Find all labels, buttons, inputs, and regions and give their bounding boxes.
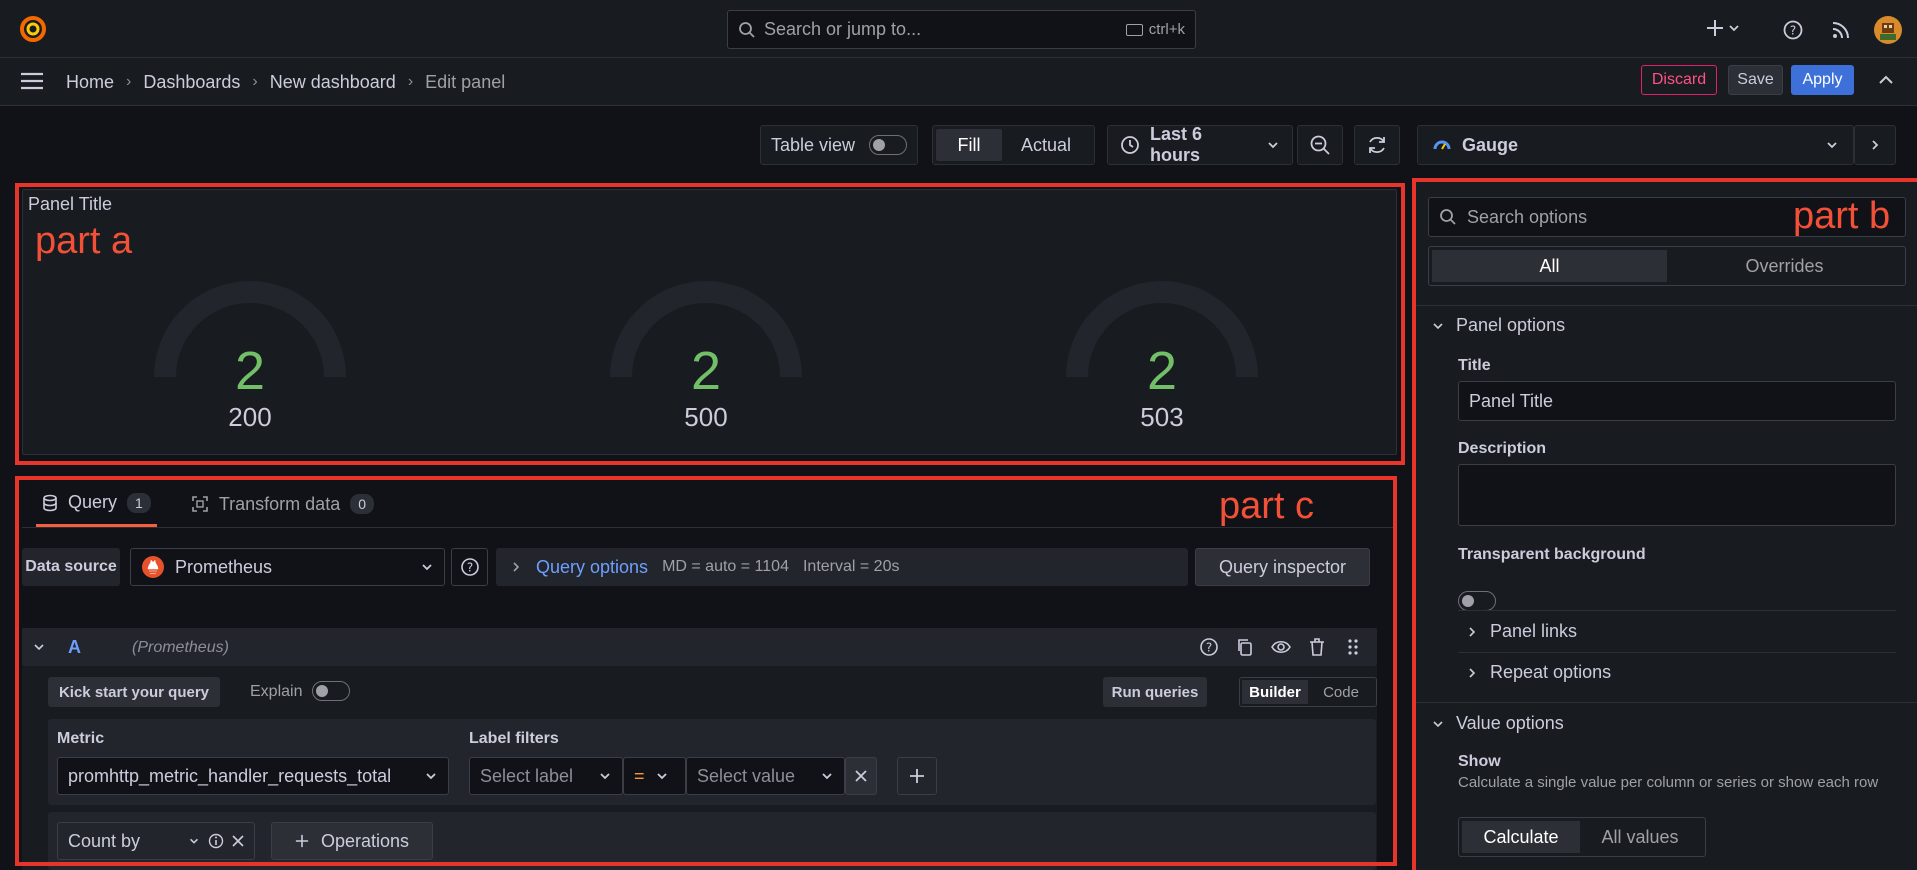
refresh-icon bbox=[1366, 134, 1388, 156]
time-range-label: Last 6 hours bbox=[1150, 124, 1203, 165]
annotation-box-part-c bbox=[15, 476, 1397, 866]
table-view-switch[interactable] bbox=[869, 135, 907, 155]
help-icon[interactable]: ? bbox=[1782, 19, 1804, 41]
breadcrumb-separator: › bbox=[126, 73, 132, 90]
breadcrumb-new-dashboard[interactable]: New dashboard bbox=[270, 72, 396, 93]
news-feed-icon[interactable] bbox=[1830, 19, 1852, 41]
chevron-up-icon[interactable] bbox=[1874, 70, 1898, 90]
grafana-logo-icon[interactable] bbox=[18, 14, 48, 44]
annotation-label-part-a: part a bbox=[35, 220, 133, 262]
menu-icon[interactable] bbox=[20, 70, 44, 92]
breadcrumb: Home › Dashboards › New dashboard › Edit… bbox=[66, 58, 505, 106]
apply-button[interactable]: Apply bbox=[1791, 65, 1854, 95]
annotation-box-part-b bbox=[1412, 178, 1917, 870]
table-view-label: Table view bbox=[771, 134, 856, 155]
shortcut-text: ctrl+k bbox=[1148, 21, 1185, 38]
chevron-right-icon bbox=[1868, 138, 1882, 152]
actual-option[interactable]: Actual bbox=[1002, 129, 1090, 161]
svg-text:?: ? bbox=[1790, 24, 1796, 38]
annotation-box-part-a bbox=[15, 183, 1405, 465]
breadcrumb-dashboards[interactable]: Dashboards bbox=[143, 72, 240, 93]
chevron-down-icon bbox=[1266, 138, 1280, 152]
zoom-out-button[interactable] bbox=[1297, 125, 1343, 165]
fill-actual-group: Fill Actual bbox=[932, 125, 1095, 165]
zoom-out-icon bbox=[1309, 134, 1331, 156]
visualization-label: Gauge bbox=[1462, 134, 1519, 155]
refresh-button[interactable] bbox=[1354, 125, 1400, 165]
discard-button[interactable]: Discard bbox=[1641, 65, 1717, 95]
breadcrumb-separator: › bbox=[252, 73, 258, 90]
annotation-label-part-c: part c bbox=[1219, 485, 1315, 527]
gauge-viz-icon bbox=[1432, 135, 1452, 155]
add-new-icon[interactable] bbox=[1706, 16, 1742, 42]
keyboard-icon bbox=[1125, 23, 1143, 36]
shortcut-hint: ctrl+k bbox=[1125, 21, 1185, 38]
breadcrumb-home[interactable]: Home bbox=[66, 72, 114, 93]
search-placeholder: Search or jump to... bbox=[764, 19, 922, 39]
save-button[interactable]: Save bbox=[1728, 65, 1783, 95]
global-search-input[interactable]: Search or jump to... ctrl+k bbox=[727, 10, 1196, 49]
breadcrumb-separator: › bbox=[407, 73, 414, 90]
visualization-picker[interactable]: Gauge bbox=[1417, 125, 1854, 165]
table-view-toggle[interactable]: Table view bbox=[760, 125, 918, 165]
breadcrumb-edit-panel: Edit panel bbox=[425, 71, 506, 92]
expand-options-button[interactable] bbox=[1854, 125, 1896, 165]
chevron-down-icon bbox=[1825, 138, 1839, 152]
annotation-label-part-b: part b bbox=[1793, 195, 1891, 237]
time-range-picker[interactable]: Last 6 hours bbox=[1107, 124, 1293, 165]
fill-option[interactable]: Fill bbox=[936, 129, 1002, 161]
user-avatar[interactable] bbox=[1873, 15, 1903, 45]
clock-icon bbox=[1120, 135, 1140, 155]
search-icon bbox=[738, 21, 756, 39]
